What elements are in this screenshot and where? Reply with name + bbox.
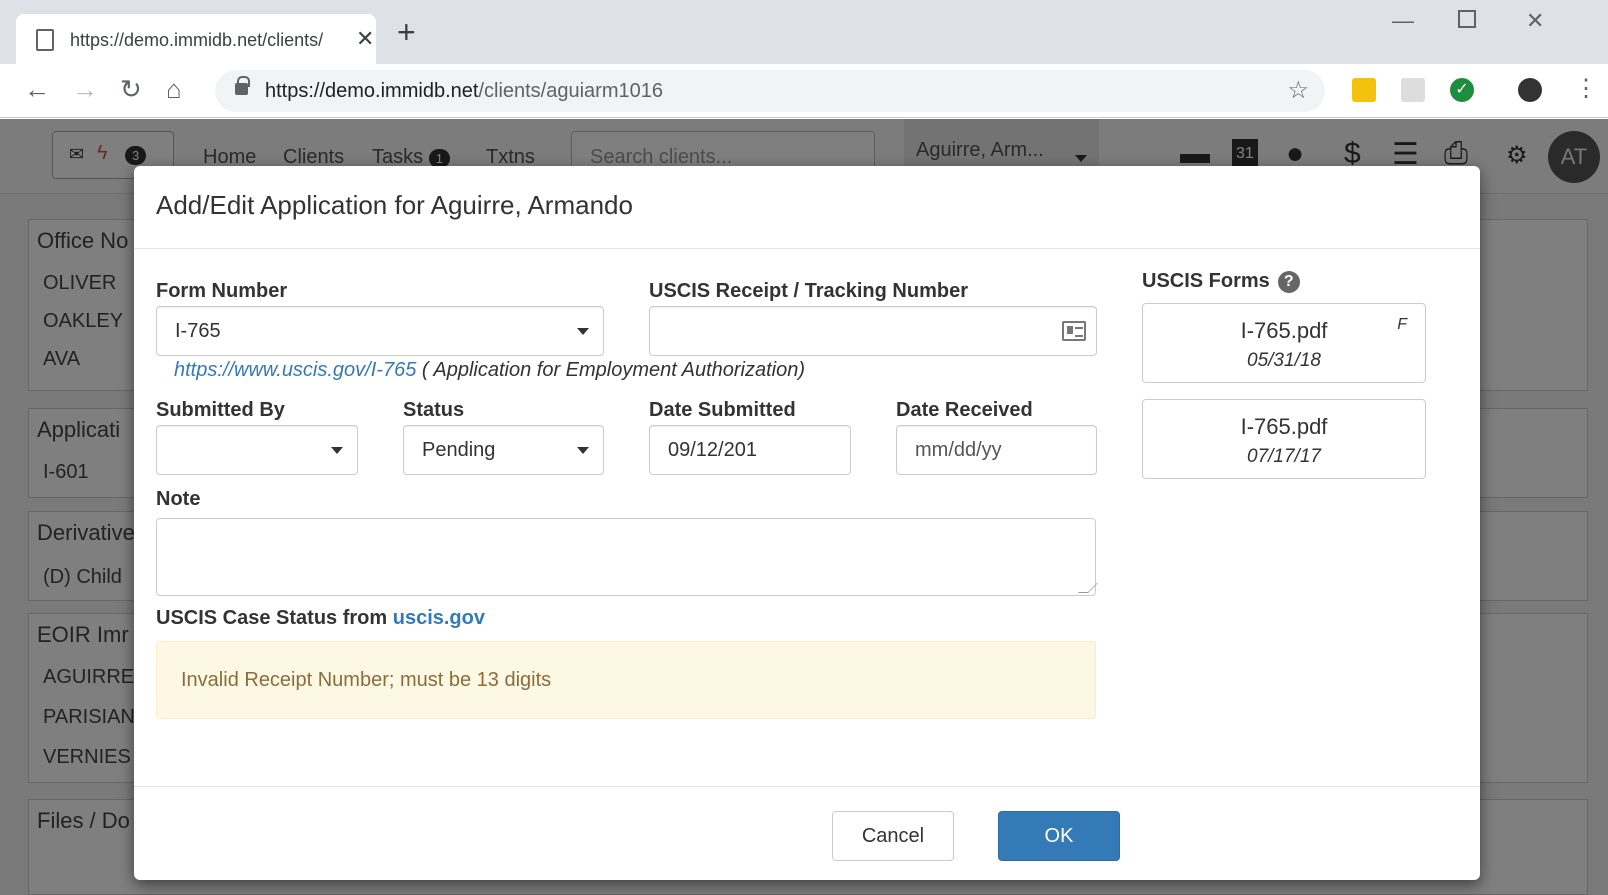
dialog-footer: Cancel OK (134, 786, 1480, 880)
uscis-form-item[interactable]: I-765.pdf 07/17/17 (1142, 399, 1426, 479)
lock-icon (235, 76, 250, 95)
form-number-select[interactable]: I-765 (156, 306, 604, 356)
cancel-button[interactable]: Cancel (832, 811, 954, 861)
dialog-title: Add/Edit Application for Aguirre, Armand… (156, 190, 633, 220)
browser-tab-bar: https://demo.immidb.net/clients/ ✕ + — ✕ (0, 0, 1608, 64)
profile-avatar-icon[interactable] (1518, 78, 1542, 102)
chevron-down-icon (577, 447, 589, 454)
date-submitted-label: Date Submitted (649, 399, 796, 421)
form-number-label: Form Number (156, 280, 288, 302)
extension-icon[interactable] (1352, 78, 1376, 102)
uscis-form-item[interactable]: I-765.pdf 05/31/18 F (1142, 303, 1426, 383)
submitted-by-label: Submitted By (156, 399, 285, 421)
form-link-line: https://www.uscis.gov/I-765 ( Applicatio… (174, 359, 805, 382)
receipt-number-label: USCIS Receipt / Tracking Number (649, 280, 968, 302)
browser-tab[interactable]: https://demo.immidb.net/clients/ ✕ (16, 14, 376, 64)
page-icon (36, 29, 54, 51)
form-file-name: I-765.pdf (1240, 414, 1328, 439)
home-icon[interactable]: ⌂ (166, 74, 182, 105)
uscis-forms-label: USCIS Forms? (1142, 270, 1300, 293)
help-icon[interactable]: ? (1277, 270, 1300, 293)
pdf-extension-icon[interactable] (1401, 78, 1425, 102)
date-submitted-input[interactable]: 09/12/201 (649, 425, 851, 475)
maximize-icon[interactable] (1458, 10, 1476, 28)
url-text: https://demo.immidb.net/clients/aguiarm1… (265, 80, 663, 102)
note-label: Note (156, 488, 201, 510)
application-dialog: Add/Edit Application for Aguirre, Armand… (134, 166, 1480, 880)
form-file-name: I-765.pdf (1240, 318, 1328, 343)
new-tab-icon[interactable]: + (397, 16, 416, 48)
check-extension-icon[interactable]: ✓ (1450, 78, 1474, 102)
reload-icon[interactable]: ↻ (120, 74, 142, 105)
form-file-date: 05/31/18 (1247, 350, 1321, 371)
chevron-down-icon (577, 328, 589, 335)
status-label: Status (403, 399, 465, 421)
dialog-header: Add/Edit Application for Aguirre, Armand… (134, 166, 1480, 249)
address-bar[interactable]: https://demo.immidb.net/clients/aguiarm1… (215, 70, 1325, 112)
date-received-label: Date Received (896, 399, 1033, 421)
tab-title: https://demo.immidb.net/clients/ (70, 30, 324, 50)
case-status-alert: Invalid Receipt Number; must be 13 digit… (156, 641, 1096, 719)
form-file-date: 07/17/17 (1247, 446, 1321, 467)
chevron-down-icon (331, 447, 343, 454)
uscis-form-link[interactable]: https://www.uscis.gov/I-765 (174, 359, 416, 381)
bookmark-star-icon[interactable]: ☆ (1287, 76, 1309, 105)
case-status-label: USCIS Case Status from uscis.gov (156, 607, 485, 629)
id-card-icon[interactable] (1062, 321, 1086, 341)
back-icon[interactable]: ← (24, 74, 50, 105)
submitted-by-select[interactable] (156, 425, 358, 475)
note-textarea[interactable] (156, 518, 1098, 596)
case-status-message: Invalid Receipt Number; must be 13 digit… (181, 669, 552, 691)
close-window-icon[interactable]: ✕ (1526, 8, 1544, 34)
forward-icon[interactable]: → (72, 74, 98, 105)
receipt-number-input[interactable] (649, 306, 1097, 356)
menu-icon[interactable]: ⋮ (1574, 74, 1598, 103)
close-tab-icon[interactable]: ✕ (356, 26, 374, 52)
resize-handle-icon[interactable] (1078, 583, 1098, 593)
uscis-gov-link[interactable]: uscis.gov (393, 607, 485, 629)
form-description: ( Application for Employment Authorizati… (421, 359, 806, 381)
ok-button[interactable]: OK (998, 811, 1120, 861)
minimize-icon[interactable]: — (1392, 8, 1414, 34)
date-received-input[interactable]: mm/dd/yy (896, 425, 1097, 475)
form-flag: F (1397, 316, 1407, 333)
browser-toolbar: ← → ↻ ⌂ https://demo.immidb.net/clients/… (0, 64, 1608, 118)
status-select[interactable]: Pending (403, 425, 604, 475)
